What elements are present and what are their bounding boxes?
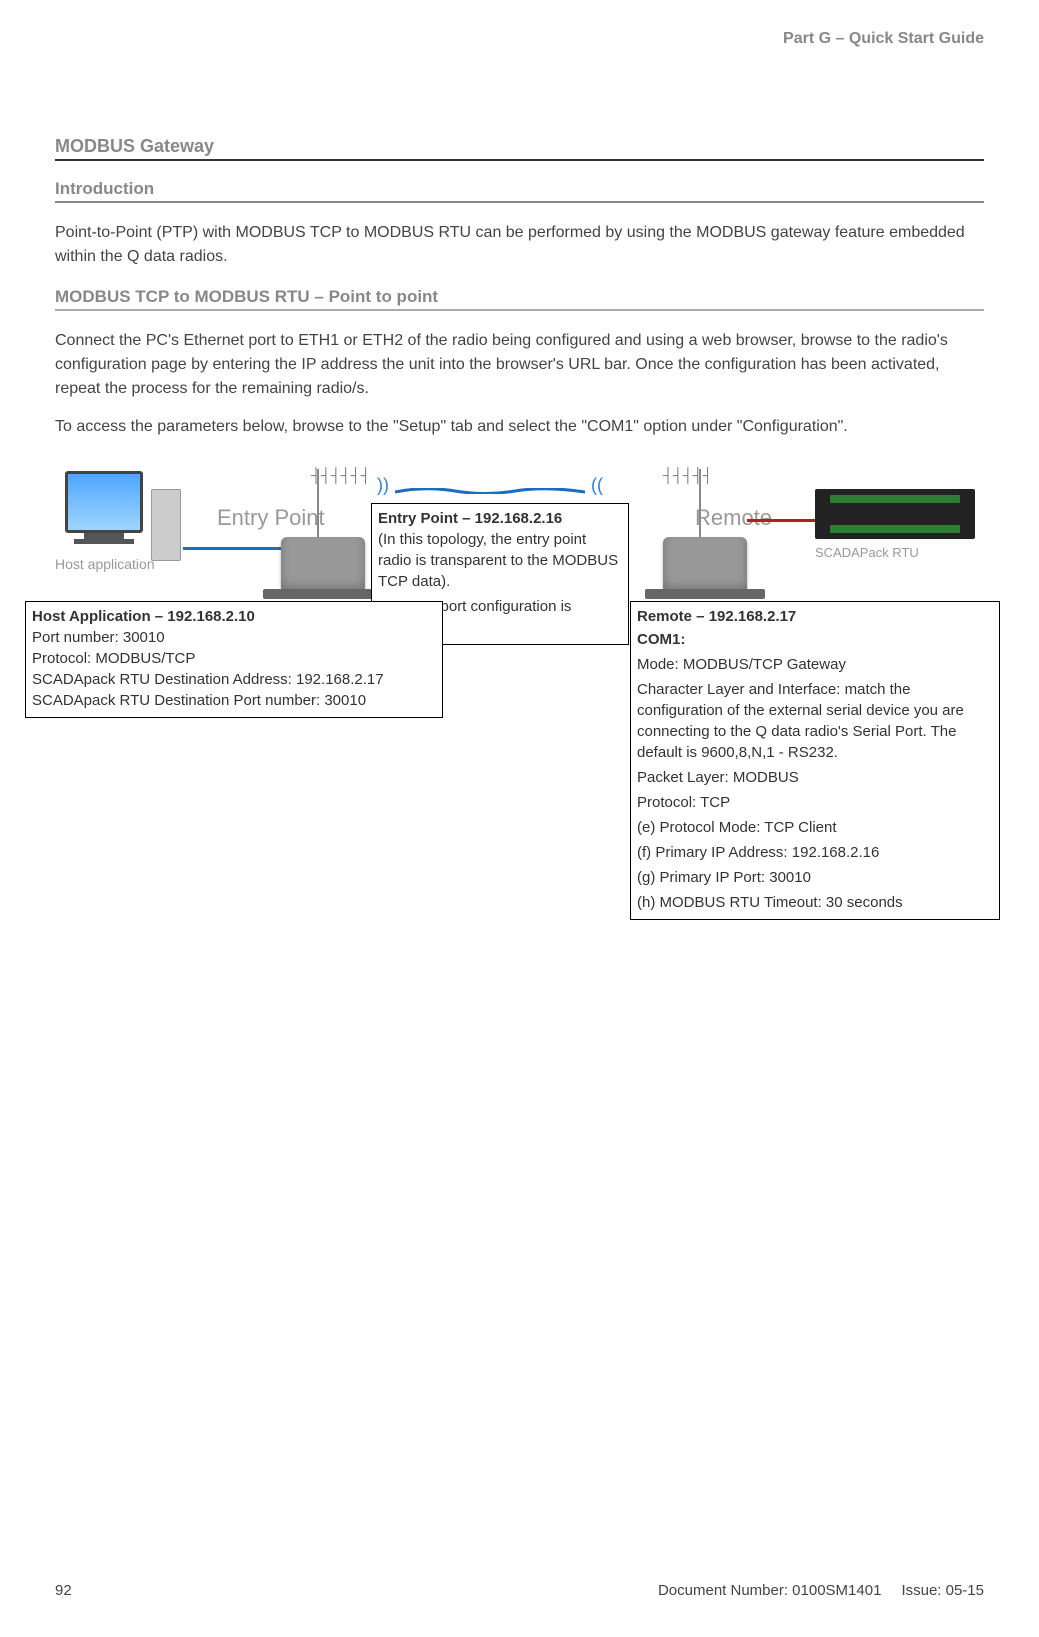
host-computer-icon: Host application <box>55 471 175 572</box>
host-box-l1: Port number: 30010 <box>32 627 436 648</box>
ptp-heading: MODBUS TCP to MODBUS RTU – Point to poin… <box>55 287 984 311</box>
remote-box-com-title: COM1: <box>637 629 993 650</box>
remote-box-l7: (g) Primary IP Port: 30010 <box>637 867 993 888</box>
section-title: MODBUS Gateway <box>55 136 984 161</box>
antenna-icon: ┤┤┤┤┤ <box>699 469 701 537</box>
scadapack-label: SCADAPack RTU <box>815 545 975 560</box>
host-box-title: Host Application – 192.168.2.10 <box>32 606 436 627</box>
page-footer: 92 Document Number: 0100SM1401 Issue: 05… <box>55 1582 984 1599</box>
entry-radio-icon: ┤┤┤┤┤┤ <box>281 537 365 593</box>
host-box-l2: Protocol: MODBUS/TCP <box>32 648 436 669</box>
wireless-link-icon <box>395 481 585 487</box>
wireless-left-icon: (( <box>591 475 603 496</box>
intro-heading: Introduction <box>55 179 984 203</box>
host-info-box: Host Application – 192.168.2.10 Port num… <box>25 601 443 718</box>
host-box-l4: SCADApack RTU Destination Port number: 3… <box>32 690 436 711</box>
scadapack-rtu-icon: SCADAPack RTU <box>815 489 975 551</box>
intro-body: Point-to-Point (PTP) with MODBUS TCP to … <box>55 221 984 269</box>
topology-diagram: Host application Entry Point ┤┤┤┤┤┤ )) (… <box>55 463 984 983</box>
host-box-l3: SCADApack RTU Destination Address: 192.1… <box>32 669 436 690</box>
remote-box-title: Remote – 192.168.2.17 <box>637 606 993 627</box>
remote-label: Remote <box>695 505 772 531</box>
part-header: Part G – Quick Start Guide <box>55 30 984 48</box>
entry-box-line1: (In this topology, the entry point radio… <box>378 529 622 592</box>
remote-info-box: Remote – 192.168.2.17 COM1: Mode: MODBUS… <box>630 601 1000 920</box>
page-number: 92 <box>55 1582 72 1599</box>
ptp-body-2: To access the parameters below, browse t… <box>55 415 984 439</box>
ethernet-cable-icon <box>183 547 281 550</box>
remote-box-l1: Mode: MODBUS/TCP Gateway <box>637 654 993 675</box>
entry-box-title: Entry Point – 192.168.2.16 <box>378 508 622 529</box>
antenna-icon: ┤┤┤┤┤┤ <box>317 469 319 537</box>
issue-number: Issue: 05-15 <box>901 1582 984 1599</box>
entry-point-label: Entry Point <box>217 505 325 531</box>
remote-radio-icon: ┤┤┤┤┤ <box>663 537 747 593</box>
remote-box-l4: Protocol: TCP <box>637 792 993 813</box>
remote-box-l8: (h) MODBUS RTU Timeout: 30 seconds <box>637 892 993 913</box>
remote-box-l2: Character Layer and Interface: match the… <box>637 679 993 763</box>
ptp-body-1: Connect the PC's Ethernet port to ETH1 o… <box>55 329 984 401</box>
remote-box-l3: Packet Layer: MODBUS <box>637 767 993 788</box>
remote-box-l5: (e) Protocol Mode: TCP Client <box>637 817 993 838</box>
wireless-right-icon: )) <box>377 475 389 496</box>
serial-cable-icon <box>747 519 819 522</box>
remote-box-l6: (f) Primary IP Address: 192.168.2.16 <box>637 842 993 863</box>
document-number: Document Number: 0100SM1401 <box>658 1582 881 1599</box>
